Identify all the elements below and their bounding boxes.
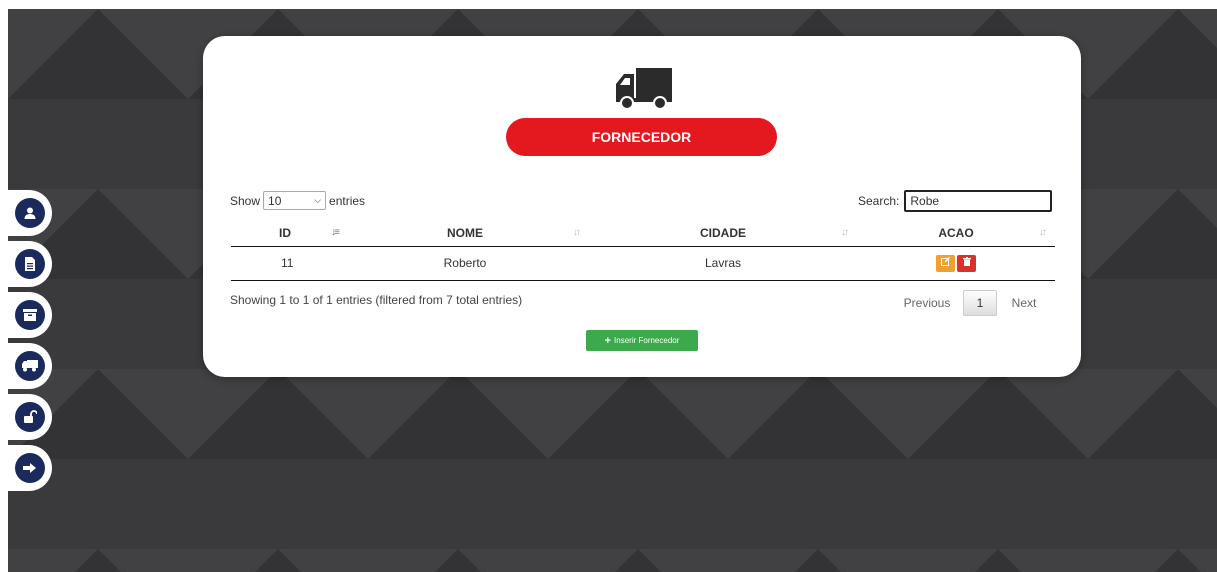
search-input[interactable] [904,190,1053,212]
sidebar-item-logout[interactable] [8,445,52,491]
trash-icon [962,256,971,266]
entries-label: entries [329,193,366,208]
cell-cidade: Lavras [589,246,857,281]
add-supplier-button[interactable]: + Inserir Fornecedor [586,330,698,351]
cell-id: 11 [231,246,341,281]
suppliers-table: ID ↓≡ NOME ↓↑ CIDADE ↓↑ ACAO ↓↑ 11 Rober… [231,220,1055,281]
add-supplier-label: Inserir Fornecedor [614,336,680,345]
chevron-down-icon: ⌵ [314,195,322,205]
sidebar-item-document[interactable] [8,241,52,287]
sidebar-item-unlock[interactable] [8,394,52,440]
search-control: Search: [858,190,1053,212]
plus-icon: + [604,334,612,347]
archive-icon [15,300,45,330]
sort-icon: ↓↑ [573,227,581,238]
truck-icon [616,68,672,112]
page-title: FORNECEDOR [506,118,777,156]
previous-button[interactable]: Previous [891,296,963,310]
truck-icon [15,351,45,381]
cell-nome: Roberto [341,246,589,281]
edit-icon [941,256,950,266]
delete-button[interactable] [957,254,976,272]
show-label: Show [230,193,261,208]
sidebar-item-user[interactable] [8,190,52,236]
document-icon [15,249,45,279]
next-button[interactable]: Next [997,296,1051,310]
table-info: Showing 1 to 1 of 1 entries (filtered fr… [230,293,523,307]
search-label: Search: [858,194,900,208]
sort-icon: ↓↑ [841,227,849,238]
column-header-nome[interactable]: NOME ↓↑ [341,220,589,247]
sort-asc-icon: ↓≡ [331,227,340,238]
page-button-1[interactable]: 1 [963,290,997,316]
sidebar-item-archive[interactable] [8,292,52,338]
page-size-control: Show 10 ⌵ entries [230,191,365,210]
sort-icon: ↓↑ [1039,227,1047,238]
logout-icon [15,453,45,483]
table-row: 11 Roberto Lavras [231,246,1055,281]
page-size-select[interactable]: 10 ⌵ [263,191,327,210]
column-header-acao[interactable]: ACAO ↓↑ [857,220,1055,247]
edit-button[interactable] [936,254,955,272]
column-header-cidade[interactable]: CIDADE ↓↑ [589,220,857,247]
page-size-value: 10 [268,193,282,208]
cell-acao [857,246,1055,281]
sidebar-item-truck[interactable] [8,343,52,389]
main-card: FORNECEDOR Show 10 ⌵ entries Search: ID … [203,36,1081,377]
user-icon [15,198,45,228]
column-header-id[interactable]: ID ↓≡ [231,220,341,247]
sidebar [8,190,52,496]
table-header-row: ID ↓≡ NOME ↓↑ CIDADE ↓↑ ACAO ↓↑ [231,220,1055,247]
pagination: Previous 1 Next [891,290,1051,316]
unlock-icon [15,402,45,432]
